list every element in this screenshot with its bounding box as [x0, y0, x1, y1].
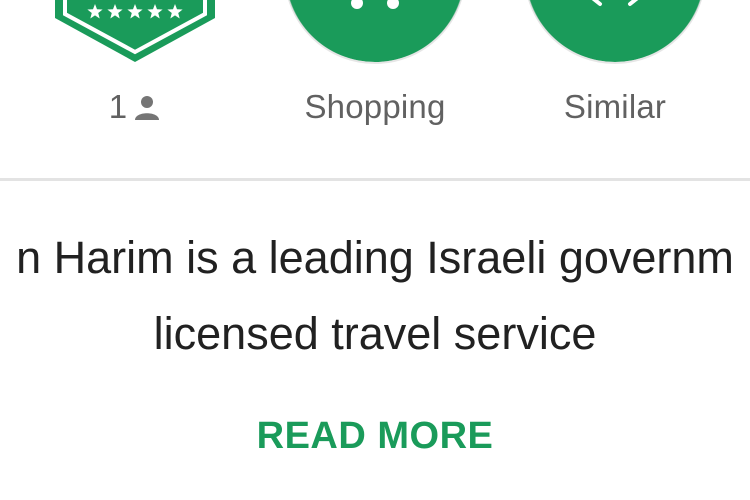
rating-label: 1 — [15, 88, 255, 126]
rating-badge[interactable]: 1 — [15, 0, 255, 170]
section-divider — [0, 178, 750, 181]
similar-apps-icon — [528, 0, 702, 64]
rating-count: 1 — [108, 88, 128, 125]
similar-label: Similar — [563, 88, 667, 125]
similar-badge[interactable]: Similar — [495, 0, 735, 170]
description-line-1: n Harim is a leading Israeli governm — [16, 232, 734, 283]
read-more-button[interactable]: READ MORE — [0, 415, 750, 458]
category-badge[interactable]: Shopping — [255, 0, 495, 170]
app-details-section: 1 Shopping Similar n Harim is a leading … — [0, 0, 750, 500]
app-description: n Harim is a leading Israeli governm lic… — [0, 220, 750, 372]
rating-shield-icon — [55, 0, 215, 62]
shopping-cart-icon — [288, 0, 462, 64]
category-label: Shopping — [304, 88, 446, 125]
person-icon — [135, 96, 160, 120]
description-line-2: licensed travel service — [153, 308, 597, 359]
